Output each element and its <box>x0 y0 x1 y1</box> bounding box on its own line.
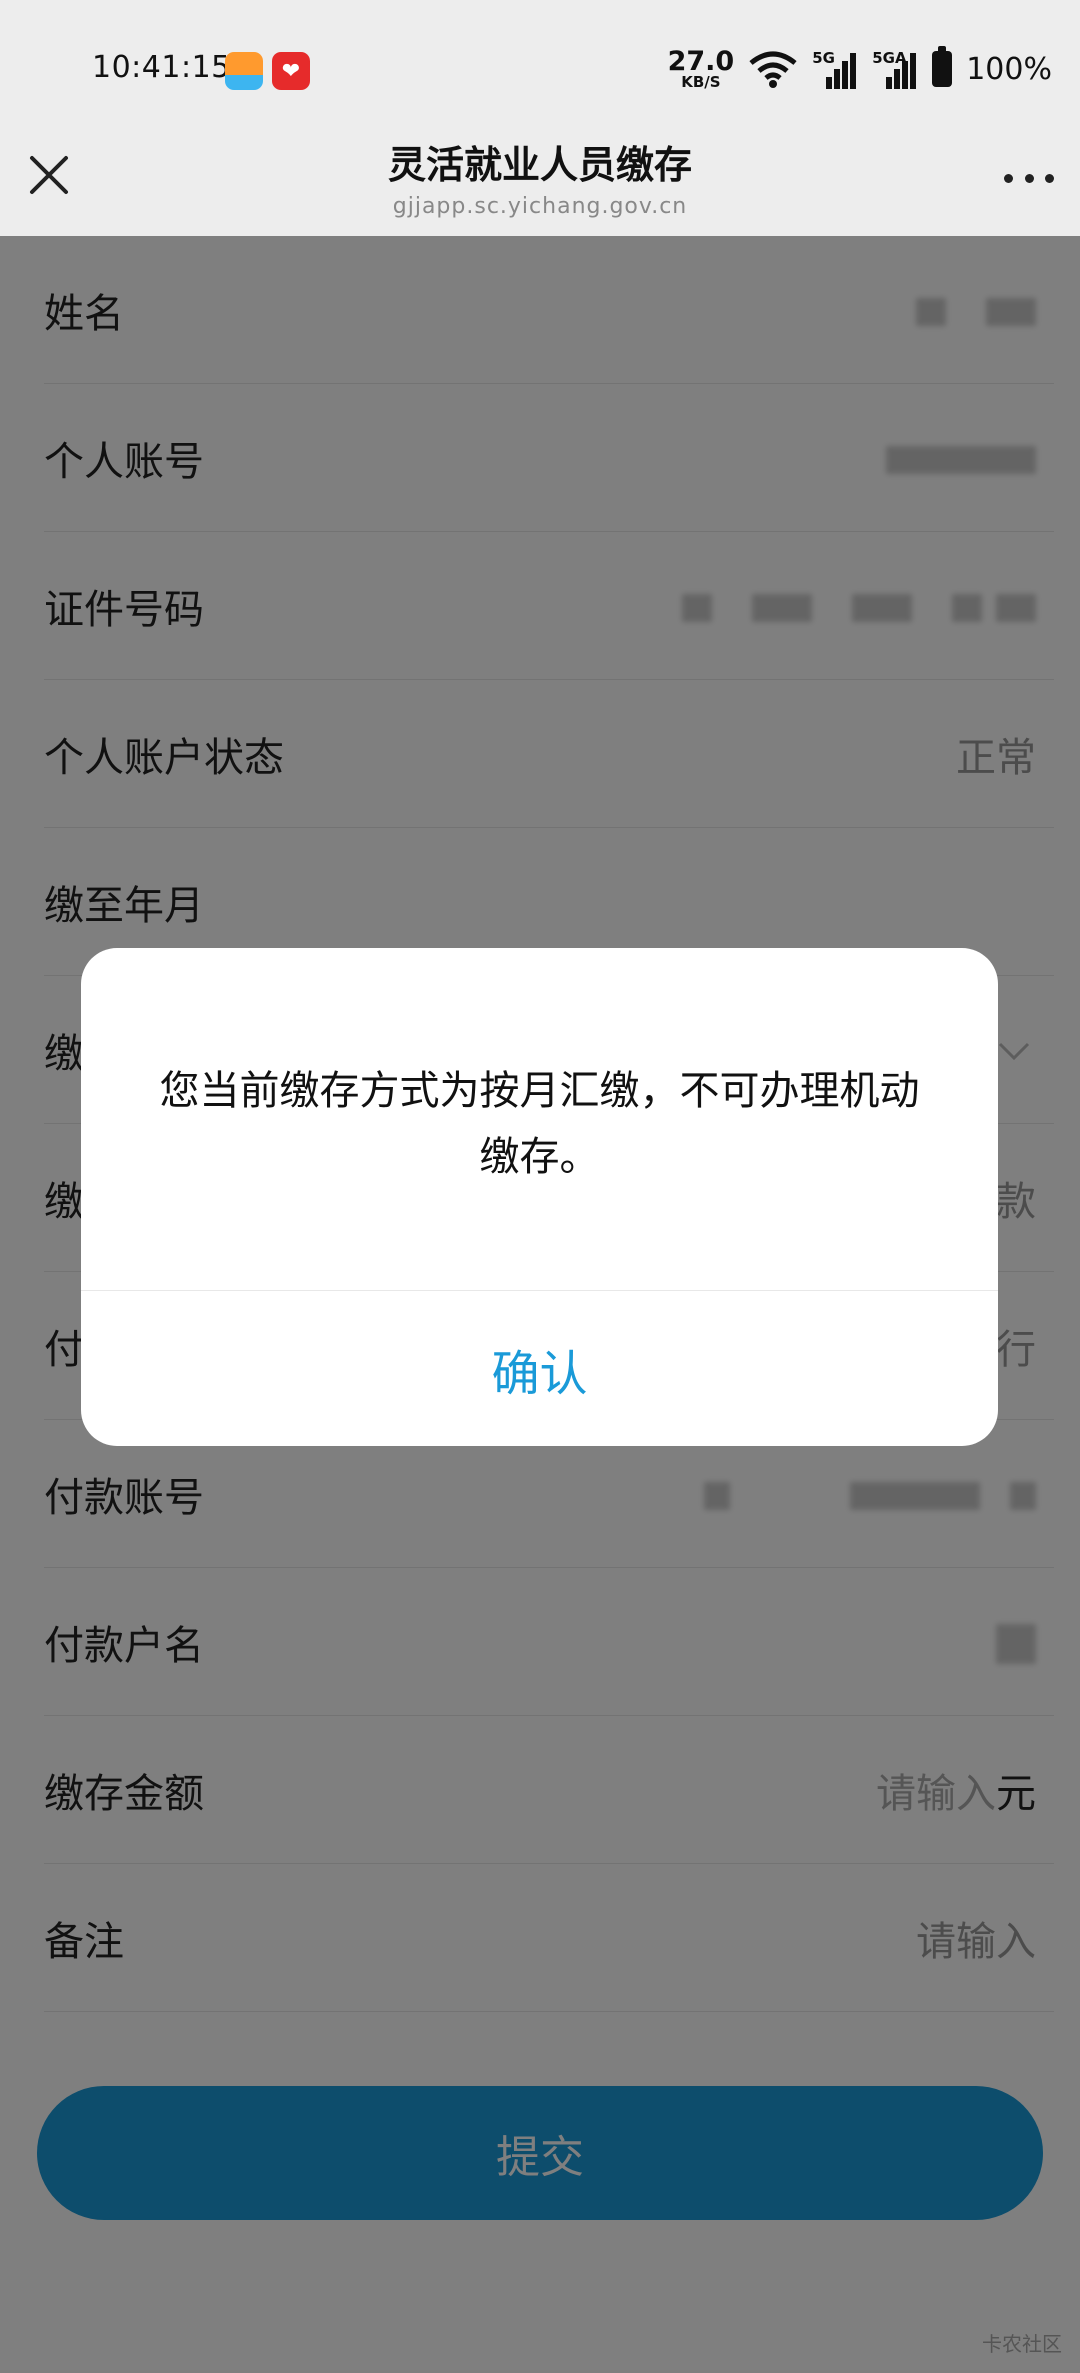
network-speed-value: 27.0 <box>667 46 735 77</box>
signal-5g-icon: 5G <box>812 49 858 89</box>
signal-5ga-icon: 5GA <box>872 49 918 89</box>
battery-icon <box>932 46 953 87</box>
battery-percent: 100% <box>966 51 1052 87</box>
more-options-icon[interactable] <box>1004 168 1054 188</box>
status-right-group: 27.0 KB/S 5G 5GA 100% <box>668 44 1052 94</box>
page-url: gjjapp.sc.yichang.gov.cn <box>392 194 688 219</box>
title-bar: 灵活就业人员缴存 gjjapp.sc.yichang.gov.cn <box>0 140 1080 236</box>
page-title: 灵活就业人员缴存 <box>387 143 692 187</box>
network-speed-unit: KB/S <box>681 73 721 91</box>
sim1-label: 5G <box>812 49 835 67</box>
wifi-icon <box>749 51 797 88</box>
pinduoduo-app-icon: ❤ <box>272 52 310 90</box>
taobao-app-icon <box>225 52 263 90</box>
watermark: 卡农社区 <box>982 2332 1062 2356</box>
network-speed: 27.0 KB/S <box>668 48 735 90</box>
dialog-message: 您当前缴存方式为按月汇缴，不可办理机动缴存。 <box>159 1068 920 1180</box>
status-time: 10:41:15 <box>92 50 231 85</box>
confirm-button[interactable]: 确认 <box>81 1291 998 1446</box>
alert-dialog: 您当前缴存方式为按月汇缴，不可办理机动缴存。 确认 <box>81 948 998 1446</box>
status-bar: 10:41:15 ❤ 27.0 KB/S 5G 5GA 100% <box>0 0 1080 140</box>
